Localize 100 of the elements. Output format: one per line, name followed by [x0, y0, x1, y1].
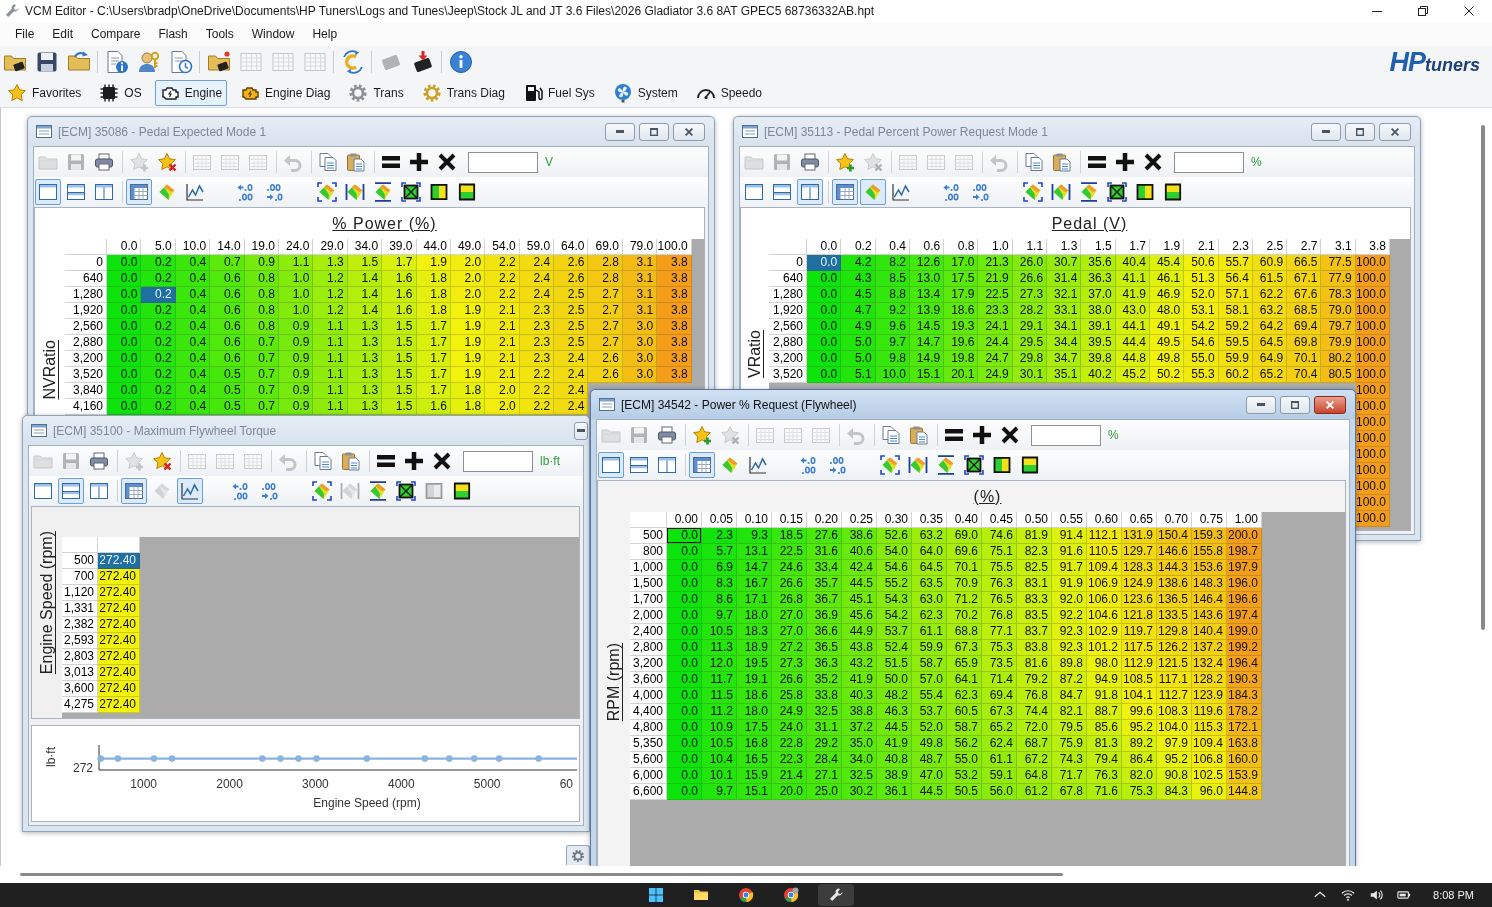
table-cell[interactable]: 70.1	[1287, 351, 1322, 367]
table-cell[interactable]: 59.9	[1218, 351, 1253, 367]
table-cell[interactable]: 1.9	[450, 367, 486, 383]
table-cell[interactable]: 23.3	[978, 303, 1013, 319]
table-cell[interactable]: 29.2	[807, 736, 842, 752]
table-cell[interactable]: 74.4	[1017, 704, 1052, 720]
table-cell[interactable]: 39.5	[1081, 335, 1116, 351]
table-cell[interactable]: 38.9	[877, 768, 912, 784]
table-cell[interactable]: 92.3	[1052, 640, 1087, 656]
table-cell[interactable]: 43.0	[1115, 303, 1150, 319]
table-cell[interactable]: 0.8	[244, 271, 279, 287]
table-cell[interactable]: 272.40	[98, 601, 140, 617]
table-cell[interactable]: 24.4	[978, 335, 1013, 351]
table-cell[interactable]: 64.2	[1252, 319, 1288, 335]
table-cell[interactable]: 100.0	[1355, 303, 1391, 319]
table-cell[interactable]: 75.1	[982, 544, 1017, 560]
table-cell[interactable]: 36.6	[807, 624, 842, 640]
table-cell[interactable]: 1.2	[313, 287, 348, 303]
minimized-window[interactable]	[566, 845, 590, 865]
table-cell[interactable]: 0.9	[278, 399, 314, 415]
table-cell[interactable]: 1.9	[416, 255, 451, 271]
table-cell[interactable]: 54.3	[877, 592, 912, 608]
table-cell[interactable]: 0.7	[210, 255, 245, 271]
table-cell[interactable]: 19.5	[737, 656, 772, 672]
table-cell[interactable]: 91.6	[1052, 544, 1087, 560]
table-cell[interactable]: 4.2	[841, 255, 876, 271]
table-cell[interactable]: 0.0	[667, 704, 702, 720]
table-cell[interactable]: 0.0	[667, 784, 702, 800]
table-cell[interactable]: 55.7	[1218, 255, 1253, 271]
table-cell[interactable]: 1.0	[278, 303, 314, 319]
table-cell[interactable]: 155.8	[1192, 544, 1227, 560]
fill-button[interactable]	[393, 478, 419, 504]
menu-item[interactable]: Edit	[43, 23, 83, 45]
table-cell[interactable]: 75.5	[982, 560, 1017, 576]
table-cell[interactable]: 1.1	[313, 367, 348, 383]
table-cell[interactable]: 69.8	[1287, 335, 1322, 351]
table-cell[interactable]: 2.4	[519, 271, 555, 287]
table-cell[interactable]: 40.6	[842, 544, 877, 560]
table-cell[interactable]: 4.7	[841, 303, 876, 319]
table-cell[interactable]: 46.9	[1149, 287, 1185, 303]
menu-item[interactable]: Flash	[149, 23, 197, 45]
table-cell[interactable]: 15.1	[909, 367, 945, 383]
table-cell[interactable]: 91.4	[1052, 528, 1087, 544]
table-cell[interactable]: 3.8	[657, 303, 692, 319]
table-cell[interactable]: 197.4	[1227, 608, 1262, 624]
table-cell[interactable]: 1.5	[382, 351, 417, 367]
table-cell[interactable]: 1.1	[313, 383, 348, 399]
table-cell[interactable]: 63.5	[912, 576, 947, 592]
table-cell[interactable]: 8.3	[702, 576, 737, 592]
table-cell[interactable]: 44.8	[1115, 351, 1150, 367]
table-cell[interactable]: 110.5	[1087, 544, 1122, 560]
table-cell[interactable]: 2.2	[485, 271, 520, 287]
table-cell[interactable]: 3.0	[622, 335, 658, 351]
table-cell[interactable]: 0.0	[667, 624, 702, 640]
table-cell[interactable]: 0.2	[141, 287, 176, 303]
value-input[interactable]	[463, 450, 533, 472]
table-cell[interactable]: 53.2	[947, 768, 982, 784]
table-cell[interactable]: 0.0	[807, 287, 842, 303]
table-cell[interactable]: 123.6	[1122, 592, 1157, 608]
table-cell[interactable]: 1.7	[416, 319, 451, 335]
table-cell[interactable]: 13.1	[737, 544, 772, 560]
vertical-split-button[interactable]	[797, 179, 823, 205]
table-cell[interactable]: 1.3	[347, 399, 383, 415]
table-cell[interactable]: 54.6	[877, 560, 912, 576]
table-cell[interactable]: 62.3	[912, 608, 947, 624]
table-cell[interactable]: 36.5	[807, 640, 842, 656]
table-cell[interactable]: 38.0	[1081, 303, 1116, 319]
table-cell[interactable]: 74.3	[1052, 752, 1087, 768]
table-cell[interactable]: 0.6	[210, 271, 245, 287]
restore-button[interactable]	[639, 122, 669, 141]
table-cell[interactable]: 5.7	[702, 544, 737, 560]
table-cell[interactable]: 71.4	[982, 672, 1017, 688]
table-cell[interactable]: 153.9	[1227, 768, 1262, 784]
table-cell[interactable]: 1.1	[313, 335, 348, 351]
table-cell[interactable]: 1.4	[347, 303, 383, 319]
table-cell[interactable]: 2.2	[485, 287, 520, 303]
table-cell[interactable]: 76.8	[982, 608, 1017, 624]
table-cell[interactable]: 1.2	[313, 271, 348, 287]
table-cell[interactable]: 91.9	[1052, 576, 1087, 592]
table-cell[interactable]: 48.7	[912, 752, 947, 768]
table-cell[interactable]: 55.3	[1184, 367, 1219, 383]
table-cell[interactable]: 2.3	[702, 528, 737, 544]
table-cell[interactable]: 0.0	[107, 287, 142, 303]
menu-item[interactable]: File	[6, 23, 44, 45]
table-cell[interactable]: 74.6	[982, 528, 1017, 544]
table-cell[interactable]: 48.2	[877, 688, 912, 704]
table-cell[interactable]: 0.0	[667, 528, 702, 544]
table-cell[interactable]: 1.8	[450, 399, 486, 415]
table-cell[interactable]: 75.9	[1052, 736, 1087, 752]
table-cell[interactable]: 46.1	[1149, 271, 1185, 287]
table-cell[interactable]: 1.2	[313, 303, 348, 319]
table-cell[interactable]: 163.8	[1227, 736, 1262, 752]
table-cell[interactable]: 0.6	[210, 287, 245, 303]
table-cell[interactable]: 55.0	[1184, 351, 1219, 367]
table-cell[interactable]: 2.0	[485, 383, 520, 399]
nav-tab[interactable]: System	[607, 79, 683, 106]
table-cell[interactable]: 5.1	[841, 367, 876, 383]
table-cell[interactable]: 28.4	[807, 752, 842, 768]
table-cell[interactable]: 0.0	[667, 736, 702, 752]
table-cell[interactable]: 15.1	[737, 784, 772, 800]
